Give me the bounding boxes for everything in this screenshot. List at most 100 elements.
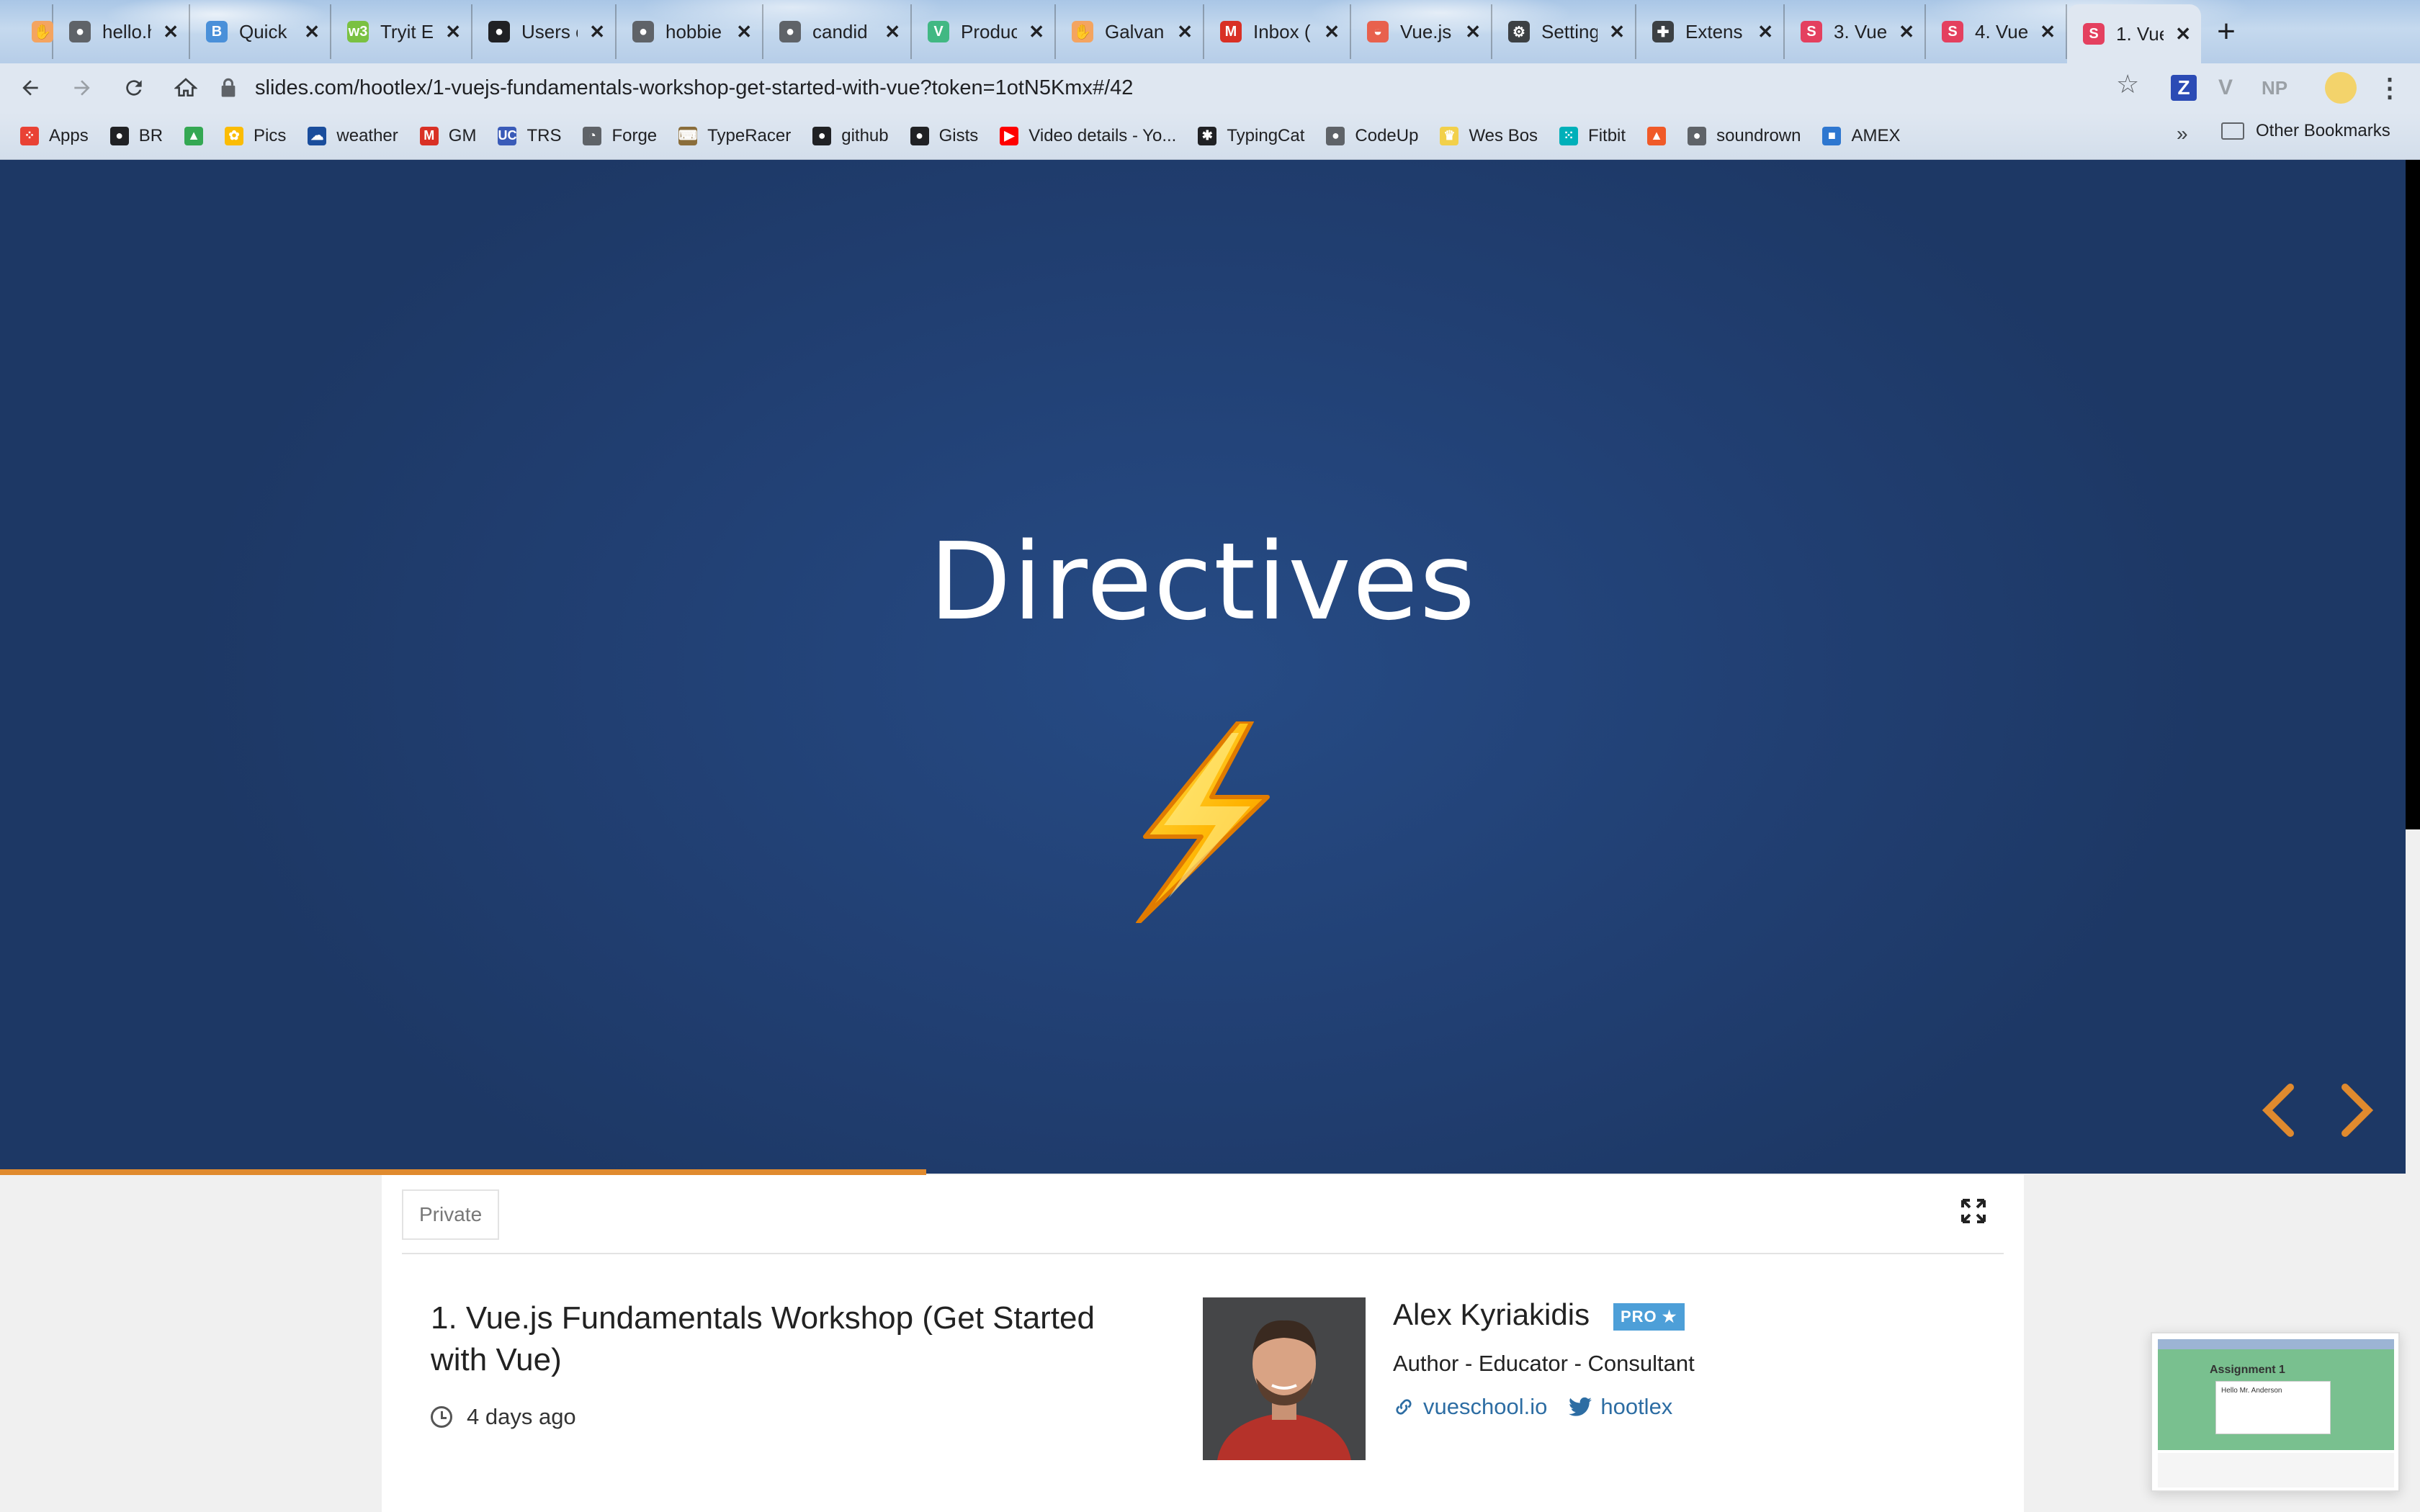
forge-icon: ◔: [583, 126, 602, 145]
bookmark-item[interactable]: ⌨ TypeRacer: [678, 126, 791, 146]
reload-button[interactable]: [112, 66, 156, 109]
bookmark-item[interactable]: UC TRS: [498, 126, 561, 146]
tab-title: Inbox (: [1253, 20, 1311, 42]
bookmark-label: Fitbit: [1588, 125, 1626, 145]
bookmark-item[interactable]: ♛ Wes Bos: [1440, 126, 1538, 146]
photos-icon: ✿: [225, 126, 244, 145]
close-icon[interactable]: ✕: [884, 21, 900, 43]
browser-tab[interactable]: M Inbox ( ✕: [1204, 4, 1351, 59]
close-icon[interactable]: ✕: [1177, 21, 1193, 43]
slide-canvas[interactable]: Directives: [0, 160, 2406, 1174]
browser-tab[interactable]: ● hobbie ✕: [617, 4, 763, 59]
close-icon[interactable]: ✕: [1757, 21, 1773, 43]
fullscreen-icon[interactable]: [1959, 1197, 1988, 1225]
bookmark-label: CodeUp: [1355, 125, 1419, 145]
close-icon[interactable]: ✕: [1465, 21, 1481, 43]
forward-button[interactable]: [60, 66, 104, 109]
browser-tab[interactable]: ● hello.h ✕: [53, 4, 190, 59]
folder-icon: [2221, 122, 2244, 140]
close-icon[interactable]: ✕: [1324, 21, 1340, 43]
browser-tab[interactable]: ✋: [16, 4, 53, 59]
vue-rainbow-icon: ◒: [1367, 21, 1389, 42]
bookmark-item[interactable]: ● soundrown: [1688, 126, 1801, 146]
browser-tab[interactable]: ◒ Vue.js ✕: [1351, 4, 1492, 59]
bookmark-label: Pics: [254, 125, 287, 145]
bookmark-item[interactable]: ◔ Forge: [583, 126, 657, 146]
browser-tab[interactable]: B Quick S ✕: [190, 4, 331, 59]
browser-tab[interactable]: S 3. Vue ✕: [1785, 4, 1926, 59]
profile-avatar[interactable]: [2325, 72, 2357, 104]
bookmarks-overflow-button[interactable]: »: [2177, 122, 2188, 145]
pro-badge: PRO ★: [1613, 1303, 1685, 1331]
close-icon[interactable]: ✕: [163, 21, 179, 43]
browser-tab[interactable]: S 4. Vue ✕: [1926, 4, 2067, 59]
close-icon[interactable]: ✕: [589, 21, 605, 43]
bookmark-item[interactable]: ▶ Video details - Yo...: [1000, 126, 1176, 146]
bookmark-star-icon[interactable]: ☆: [2116, 69, 2139, 99]
new-tab-button[interactable]: +: [2201, 4, 2251, 59]
bookmark-item[interactable]: ✿ Pics: [225, 126, 286, 146]
bookmark-item[interactable]: ▲: [1647, 126, 1667, 145]
author-website-link[interactable]: vueschool.io: [1393, 1394, 1547, 1420]
bookmark-item[interactable]: ● github: [812, 126, 889, 146]
browser-tab[interactable]: ✋ Galvan ✕: [1056, 4, 1204, 59]
browser-tab[interactable]: ⚙ Setting ✕: [1492, 4, 1636, 59]
back-button[interactable]: [9, 66, 52, 109]
amex-icon: ■: [1822, 126, 1842, 145]
previous-slide-button[interactable]: [2256, 1081, 2299, 1139]
browser-tab[interactable]: w3 Tryit Ed ✕: [331, 4, 472, 59]
author-avatar[interactable]: [1203, 1297, 1366, 1460]
home-button[interactable]: [164, 66, 207, 109]
address-url: slides.com/hootlex/1-vuejs-fundamentals-…: [255, 76, 1134, 99]
gmail-icon: M: [1220, 21, 1242, 42]
author-twitter-link[interactable]: hootlex: [1569, 1394, 1672, 1420]
bookmark-item[interactable]: ● BR: [109, 126, 163, 146]
lightning-bolt-icon: [1136, 721, 1270, 923]
close-icon[interactable]: ✕: [445, 21, 461, 43]
bookmark-item[interactable]: ● CodeUp: [1326, 126, 1418, 146]
bookmark-item[interactable]: ✱ TypingCat: [1198, 126, 1304, 146]
extension-np-icon[interactable]: NP: [2262, 71, 2287, 105]
puzzle-icon: ✚: [1652, 21, 1674, 42]
browser-tab[interactable]: ✚ Extens ✕: [1636, 4, 1785, 59]
tab-title: Extens: [1685, 20, 1743, 42]
globe-icon: ●: [1326, 126, 1345, 145]
slide-preview-thumbnail[interactable]: Assignment 1 Hello Mr. Anderson: [2151, 1332, 2400, 1492]
hand-icon: ✋: [1072, 21, 1093, 42]
browser-tab[interactable]: ● candid ✕: [763, 4, 912, 59]
hand-icon: ✋: [32, 21, 53, 42]
address-bar[interactable]: slides.com/hootlex/1-vuejs-fundamentals-…: [203, 66, 2155, 109]
bookmark-item[interactable]: M GM: [419, 126, 476, 146]
next-slide-button[interactable]: [2336, 1081, 2380, 1139]
browser-tab[interactable]: ● Users c ✕: [472, 4, 617, 59]
author-name[interactable]: Alex Kyriakidis: [1393, 1297, 1590, 1332]
deck-title[interactable]: 1. Vue.js Fundamentals Workshop (Get Sta…: [431, 1297, 1151, 1381]
clock-icon: [431, 1406, 452, 1428]
bookmark-item[interactable]: ● Gists: [910, 126, 978, 146]
bookmark-item[interactable]: ▲: [184, 126, 204, 145]
close-icon[interactable]: ✕: [1609, 21, 1625, 43]
extension-vue-devtools-icon[interactable]: V: [2218, 71, 2233, 105]
browser-menu-icon[interactable]: ⋮: [2377, 71, 2403, 105]
bookmark-item[interactable]: ☁ weather: [308, 126, 398, 146]
bookmark-item[interactable]: ⁙ Fitbit: [1559, 126, 1626, 146]
twitter-icon: [1569, 1397, 1592, 1416]
close-icon[interactable]: ✕: [2040, 21, 2056, 43]
browser-tab[interactable]: S 1. Vue. ✕: [2067, 4, 2201, 63]
close-icon[interactable]: ✕: [304, 21, 320, 43]
slides-icon: S: [1942, 21, 1963, 42]
extension-z-icon[interactable]: Z: [2171, 75, 2197, 101]
bookmark-item[interactable]: ⁘ Apps: [20, 126, 89, 146]
w3-icon: w3: [347, 21, 369, 42]
page-scrollbar-thumb[interactable]: [2406, 160, 2420, 829]
close-icon[interactable]: ✕: [2175, 23, 2191, 45]
close-icon[interactable]: ✕: [1028, 21, 1044, 43]
other-bookmarks-button[interactable]: Other Bookmarks: [2221, 121, 2390, 141]
close-icon[interactable]: ✕: [1899, 21, 1914, 43]
browser-tab[interactable]: V Produc ✕: [912, 4, 1056, 59]
privacy-badge: Private: [402, 1189, 500, 1240]
globe-icon: ●: [69, 21, 91, 42]
bookmark-item[interactable]: ■ AMEX: [1822, 126, 1901, 146]
slide-title: Directives: [929, 520, 1476, 644]
close-icon[interactable]: ✕: [736, 21, 752, 43]
